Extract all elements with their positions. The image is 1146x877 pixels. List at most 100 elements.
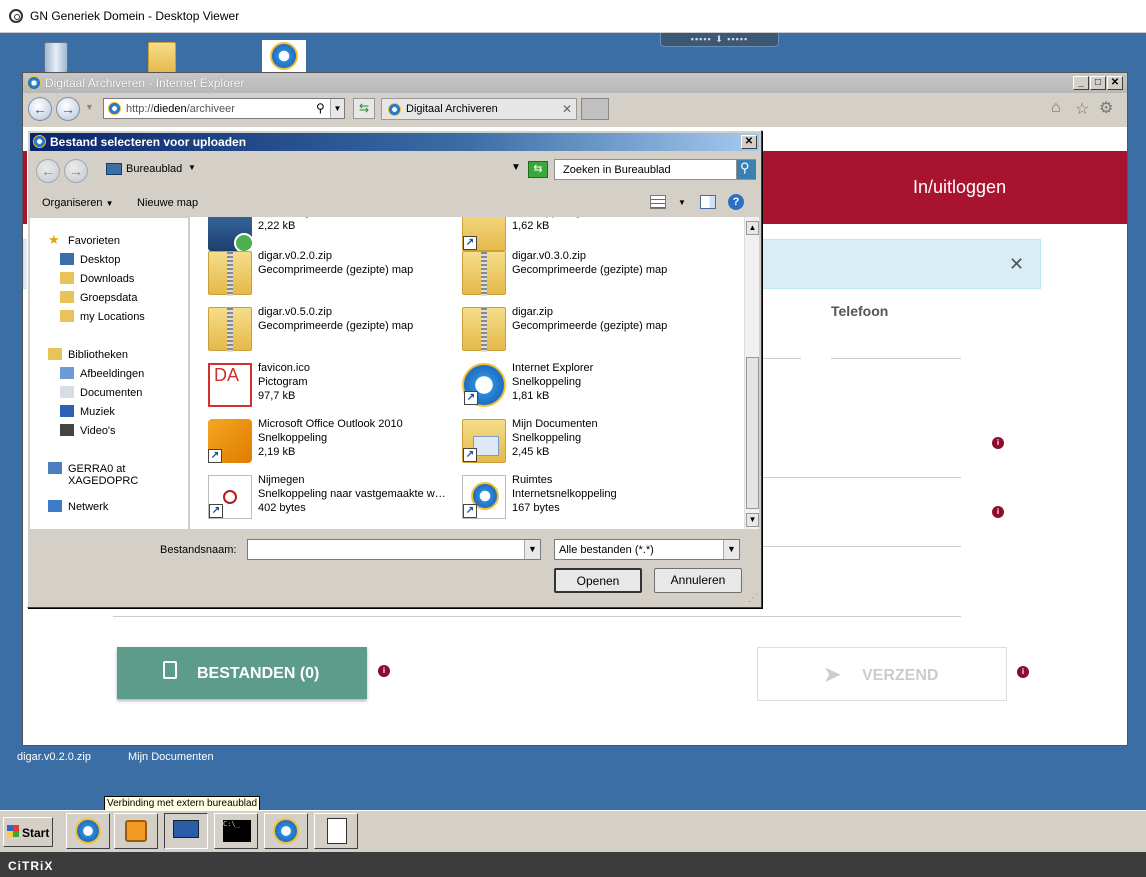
internet-explorer-icon: ↗ (462, 363, 506, 407)
info-icon[interactable]: i (992, 437, 1004, 449)
tree-item-favorieten[interactable]: ★ Favorieten (30, 232, 188, 250)
file-icon (163, 661, 177, 679)
tree-item-gerra0-at-xagedoprc[interactable]: GERRA0 at XAGEDOPRC (30, 460, 188, 487)
close-button[interactable]: ✕ (1107, 76, 1123, 90)
refresh-icon[interactable]: ⇆ (528, 161, 548, 178)
filename-input[interactable]: ▼ (247, 539, 541, 560)
filetype-select[interactable]: Alle bestanden (*.*) ▼ (554, 539, 740, 560)
search-icon[interactable]: ⚲ (736, 160, 756, 179)
location-chevron-icon[interactable]: ▼ (188, 163, 196, 172)
taskbar-remote-desktop-icon[interactable] (164, 813, 208, 849)
filename-dropdown-icon[interactable]: ▼ (524, 540, 540, 559)
scroll-up-icon[interactable]: ▲ (746, 221, 759, 235)
new-tab-button[interactable] (581, 98, 609, 120)
tree-item-my-locations[interactable]: my Locations (30, 308, 188, 326)
files-button[interactable]: BESTANDEN (0) (117, 647, 367, 699)
star-icon: ★ (48, 232, 60, 247)
dialog-forward-button[interactable]: → (64, 159, 88, 183)
send-icon: ➤ (824, 664, 841, 686)
file-item[interactable]: digar.v0.5.0.zip Gecomprimeerde (gezipte)… (208, 303, 458, 355)
zip-folder-desktop-icon[interactable] (144, 38, 180, 76)
file-item[interactable]: ↗ Mijn Documenten Snelkoppeling 2,45 kB (462, 415, 712, 467)
taskbar-cmd-icon[interactable]: C:\_ (214, 813, 258, 849)
open-button[interactable]: Openen (554, 568, 642, 593)
filetype-dropdown-icon[interactable]: ▼ (723, 540, 739, 559)
taskbar-window-icon[interactable] (314, 813, 358, 849)
address-dropdown-icon[interactable]: ▼ (330, 99, 344, 118)
desktop-label-docs[interactable]: Mijn Documenten (128, 751, 214, 763)
scroll-down-icon[interactable]: ▼ (746, 513, 759, 527)
dialog-back-button[interactable]: ← (36, 159, 60, 183)
search-icon[interactable]: ⚲ (316, 101, 325, 115)
start-button[interactable]: Start (3, 817, 53, 847)
gear-icon[interactable]: ⚙ (1099, 98, 1113, 118)
taskbar-ie2-icon[interactable] (264, 813, 308, 849)
tree-item-downloads[interactable]: Downloads (30, 270, 188, 288)
tree-item-groepsdata[interactable]: Groepsdata (30, 289, 188, 307)
send-button[interactable]: ➤ VERZEND (757, 647, 1007, 701)
close-tab-icon[interactable]: ✕ (562, 102, 572, 116)
favorites-star-icon[interactable]: ☆ (1075, 99, 1089, 119)
forward-button[interactable]: → (56, 97, 80, 121)
file-item[interactable]: digar.v0.3.0.zip Gecomprimeerde (gezipte)… (462, 247, 712, 299)
tree-item-label: Desktop (80, 254, 121, 266)
maximize-button[interactable]: □ (1090, 76, 1106, 90)
recycle-bin-icon[interactable] (38, 38, 74, 76)
home-icon[interactable]: ⌂ (1051, 99, 1061, 117)
preview-pane-icon[interactable] (700, 195, 716, 209)
file-item[interactable]: DA favicon.ico Pictogram 97,7 kB (208, 359, 458, 411)
filename-label: Bestandsnaam: (160, 544, 237, 556)
telefoon-input[interactable] (831, 358, 961, 359)
cancel-button[interactable]: Annuleren (654, 568, 742, 593)
file-item[interactable]: digar.zip Gecomprimeerde (gezipte) map (462, 303, 712, 355)
scroll-thumb[interactable] (746, 357, 759, 509)
alert-close-icon[interactable]: ✕ (1009, 254, 1024, 275)
taskbar-ie-icon[interactable] (66, 813, 110, 849)
back-button[interactable]: ← (28, 97, 52, 121)
file-item[interactable]: ↗ Internet Explorer Snelkoppeling 1,81 kB (462, 359, 712, 411)
info-icon[interactable]: i (992, 506, 1004, 518)
login-link[interactable]: In/uitloggen (913, 177, 1006, 198)
help-icon[interactable]: ? (728, 194, 744, 210)
file-size: 2,45 kB (512, 446, 550, 458)
dialog-titlebar[interactable]: Bestand selecteren voor uploaden ✕ (30, 133, 759, 151)
citrix-toolbar-handle[interactable]: ▪▪▪▪▪ ⬇ ▪▪▪▪▪ (660, 33, 779, 47)
new-folder-button[interactable]: Nieuwe map (137, 197, 198, 209)
search-input[interactable]: Zoeken in Bureaublad ⚲ (554, 159, 756, 180)
file-item[interactable]: ↗ Nijmegen Snelkoppeling naar vastgemaakte… (208, 471, 458, 523)
location-dropdown-icon[interactable]: ▼ (511, 162, 521, 173)
tree-item-muziek[interactable]: Muziek (30, 403, 188, 421)
music-icon (60, 405, 74, 417)
ie-titlebar[interactable]: Digitaal Archiveren - Internet Explorer … (23, 73, 1127, 93)
organize-menu[interactable]: Organiseren ▼ (42, 197, 114, 209)
tree-item-bibliotheken[interactable]: Bibliotheken (30, 346, 188, 364)
file-list-scrollbar[interactable]: ▲ ▼ (744, 217, 759, 529)
address-bar[interactable]: http://dieden/archiveer ⚲ ▼ (103, 98, 345, 119)
file-item[interactable]: ↗ Ruimtes Internetsnelkoppeling 167 bytes (462, 471, 712, 523)
taskbar-media-icon[interactable] (114, 813, 158, 849)
tree-item-afbeeldingen[interactable]: Afbeeldingen (30, 365, 188, 383)
refresh-icon[interactable]: ⇆ (353, 98, 375, 119)
internet-explorer-desktop-icon[interactable] (262, 40, 306, 72)
file-name: digar.v0.2.0.zip (258, 250, 332, 262)
view-options-icon[interactable] (650, 195, 666, 209)
resize-grip-icon[interactable]: ⋰ (748, 593, 758, 604)
tree-item-documenten[interactable]: Documenten (30, 384, 188, 402)
view-dropdown-icon[interactable]: ▼ (678, 198, 686, 207)
file-item[interactable]: ↗ Microsoft Office Outlook 2010 Snelkoppel… (208, 415, 458, 467)
info-icon[interactable]: i (1017, 666, 1029, 678)
tree-item-label: Bibliotheken (68, 349, 128, 361)
dialog-close-button[interactable]: ✕ (741, 135, 757, 149)
minimize-button[interactable]: _ (1073, 76, 1089, 90)
tab-digitaal-archiveren[interactable]: Digitaal Archiveren ✕ (381, 98, 577, 120)
documents-icon (60, 386, 74, 398)
tree-item-desktop[interactable]: Desktop (30, 251, 188, 269)
tree-item-netwerk[interactable]: Netwerk (30, 498, 188, 516)
info-icon[interactable]: i (378, 665, 390, 677)
folder-icon (60, 272, 74, 284)
tree-item-video-s[interactable]: Video's (30, 422, 188, 440)
history-dropdown-icon[interactable]: ▼ (85, 102, 94, 112)
file-item[interactable]: digar.v0.2.0.zip Gecomprimeerde (gezipte)… (208, 247, 458, 299)
location-breadcrumb[interactable]: Bureaublad ▼ ▼ (106, 159, 522, 179)
desktop-label-zip[interactable]: digar.v0.2.0.zip (17, 751, 91, 763)
